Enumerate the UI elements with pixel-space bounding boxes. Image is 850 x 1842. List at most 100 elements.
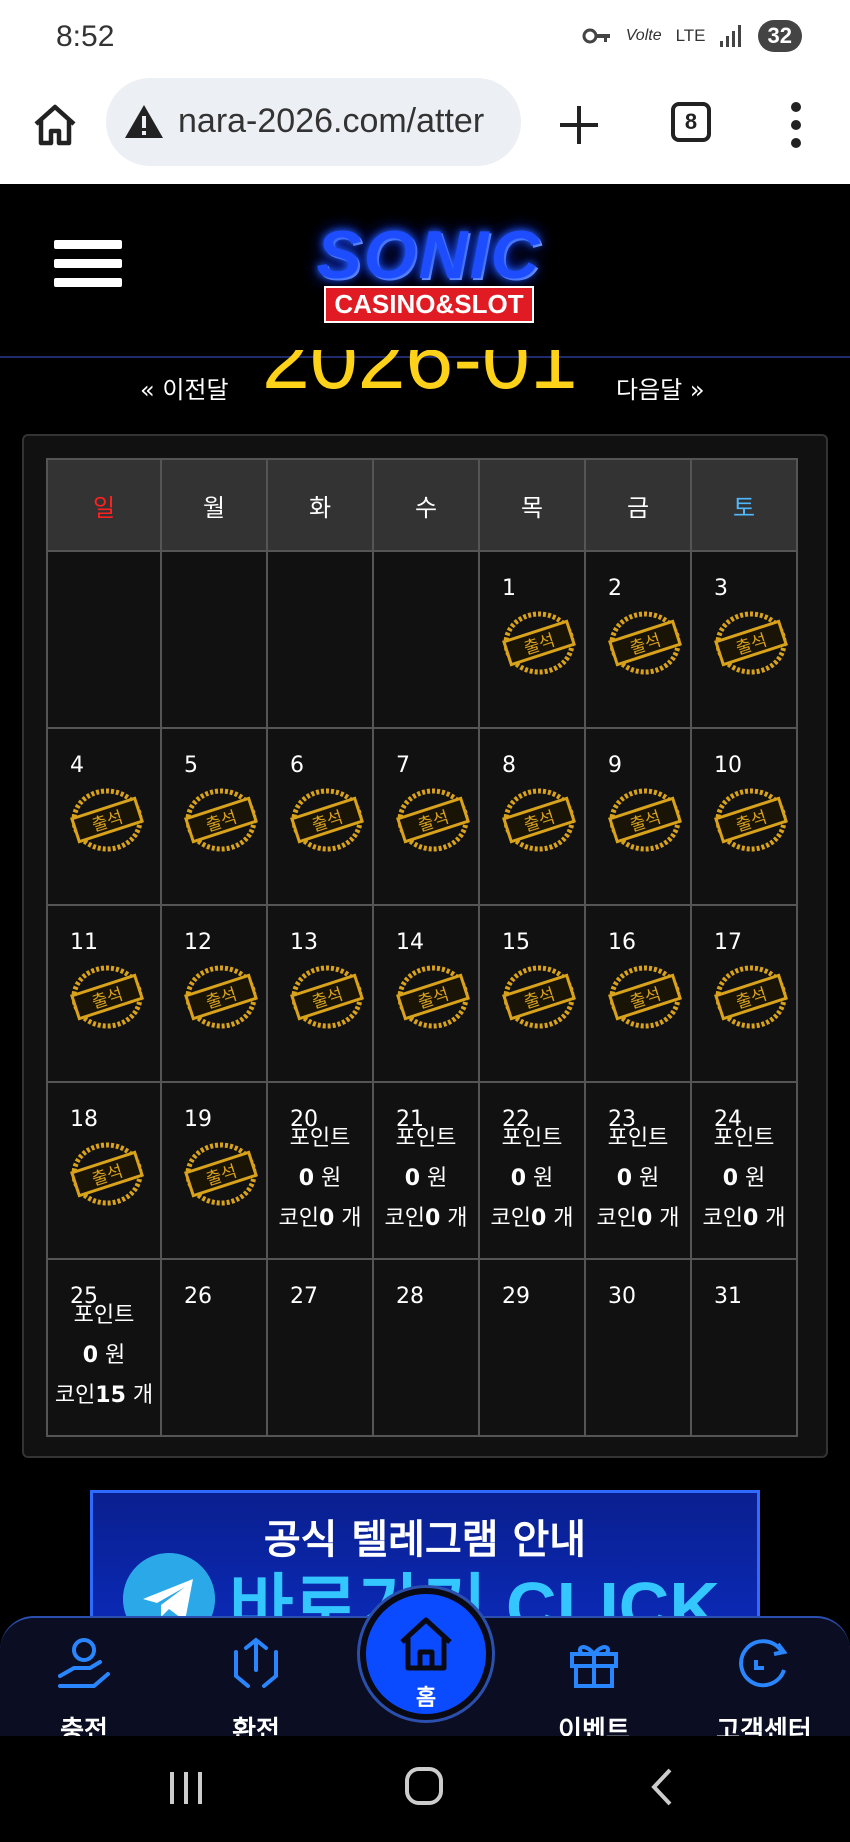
calendar-day-cell[interactable]: 28 — [372, 1258, 480, 1437]
url-text[interactable]: nara-2026.com/atter — [178, 102, 484, 141]
calendar-day-cell[interactable]: 11 출석 — [46, 904, 162, 1083]
calendar-day-cell[interactable]: 25 포인트 0 원 코인15 개 — [46, 1258, 162, 1437]
nav-home-label: 홈 — [415, 1686, 437, 1711]
day-number: 18 — [70, 1107, 98, 1132]
attendance-stamp-icon: 출석 — [184, 1142, 258, 1206]
attendance-stamp-icon: 출석 — [714, 965, 788, 1029]
calendar-day-cell[interactable]: 16 출석 — [584, 904, 692, 1083]
calendar-day-cell[interactable]: 18 출석 — [46, 1081, 162, 1260]
site-header: SONIC CASINO&SLOT — [0, 184, 850, 358]
calendar-day-cell[interactable]: 24 포인트 0 원 코인0 개 — [690, 1081, 798, 1260]
day-number: 14 — [396, 930, 424, 955]
points-label: 포인트 — [501, 1126, 563, 1151]
calendar-week-row: 11 출석 12 출석 13 출석 14 출석 15 출석 16 출석 17 출석 — [46, 904, 798, 1083]
calendar-day-cell[interactable]: 22 포인트 0 원 코인0 개 — [478, 1081, 586, 1260]
calendar-day-cell[interactable]: 12 출석 — [160, 904, 268, 1083]
recent-apps-icon[interactable] — [166, 1770, 206, 1806]
calendar-day-cell[interactable]: 4 출석 — [46, 727, 162, 906]
browser-home-icon[interactable] — [30, 100, 80, 150]
calendar-table: 일 월 화 수 목 금 토 1 출석 2 출석 3 출석 4 출석 5 출석 6 출석 7 출석 8 출석 9 출… — [46, 458, 798, 1437]
attendance-stamp-icon: 출석 — [396, 965, 470, 1029]
url-bar[interactable]: nara-2026.com/atter — [106, 78, 521, 166]
status-bar: 8:52 Volte LTE 32 — [0, 0, 850, 74]
calendar-day-cell[interactable]: 17 출석 — [690, 904, 798, 1083]
calendar-day-cell[interactable]: 30 — [584, 1258, 692, 1437]
calendar-day-cell[interactable]: 3 출석 — [690, 550, 798, 729]
attendance-calendar: 일 월 화 수 목 금 토 1 출석 2 출석 3 출석 4 출석 5 출석 6 출석 7 출석 8 출석 9 출… — [22, 434, 828, 1458]
calendar-day-cell[interactable]: 8 출석 — [478, 727, 586, 906]
hamburger-menu-icon[interactable] — [54, 240, 122, 300]
attendance-stamp-icon: 출석 — [502, 788, 576, 852]
attendance-stamp-icon: 출석 — [714, 788, 788, 852]
calendar-day-cell[interactable]: 20 포인트 0 원 코인0 개 — [266, 1081, 374, 1260]
calendar-day-cell[interactable]: 10 출석 — [690, 727, 798, 906]
calendar-day-cell[interactable]: 14 출석 — [372, 904, 480, 1083]
day-number: 5 — [184, 753, 198, 778]
calendar-body: 1 출석 2 출석 3 출석 4 출석 5 출석 6 출석 7 출석 8 출석 9 출석 10 출석 11 출석 12 출석 1… — [46, 550, 798, 1437]
status-time: 8:52 — [56, 20, 115, 53]
weekday-wed: 수 — [372, 458, 480, 552]
calendar-day-cell[interactable]: 23 포인트 0 원 코인0 개 — [584, 1081, 692, 1260]
points-value: 0 원 — [616, 1166, 660, 1191]
weekday-sat: 토 — [690, 458, 798, 552]
calendar-day-cell[interactable]: 13 출석 — [266, 904, 374, 1083]
charge-icon — [58, 1638, 110, 1688]
calendar-week-row: 4 출석 5 출석 6 출석 7 출석 8 출석 9 출석 10 출석 — [46, 727, 798, 906]
day-number: 12 — [184, 930, 212, 955]
day-number: 9 — [608, 753, 622, 778]
day-reward-summary: 포인트 0 원 코인0 개 — [586, 1119, 690, 1239]
nav-charge[interactable]: 충전 — [24, 1632, 144, 1747]
day-number: 19 — [184, 1107, 212, 1132]
attendance-stamp-icon: 출석 — [502, 965, 576, 1029]
warning-icon[interactable] — [122, 100, 166, 144]
status-icons: Volte LTE 32 — [582, 20, 802, 52]
day-number: 10 — [714, 753, 742, 778]
day-number: 3 — [714, 576, 728, 601]
back-icon[interactable] — [648, 1766, 676, 1808]
attendance-stamp-icon: 출석 — [290, 788, 364, 852]
attendance-stamp-icon: 출석 — [608, 611, 682, 675]
calendar-day-cell[interactable]: 5 출석 — [160, 727, 268, 906]
calendar-day-cell[interactable]: 19 출석 — [160, 1081, 268, 1260]
weekday-fri: 금 — [584, 458, 692, 552]
calendar-day-cell[interactable]: 2 출석 — [584, 550, 692, 729]
nav-event[interactable]: 이벤트 — [534, 1632, 654, 1747]
points-value: 0 원 — [82, 1343, 126, 1368]
key-icon — [582, 28, 610, 44]
nav-exchange[interactable]: 환전 — [196, 1632, 316, 1747]
home-system-icon[interactable] — [404, 1766, 444, 1806]
calendar-day-cell[interactable]: 6 출석 — [266, 727, 374, 906]
calendar-day-cell[interactable]: 31 — [690, 1258, 798, 1437]
more-menu-icon[interactable] — [790, 100, 802, 150]
attendance-stamp-icon: 출석 — [290, 965, 364, 1029]
day-reward-summary: 포인트 0 원 코인15 개 — [48, 1296, 160, 1416]
calendar-day-cell[interactable]: 21 포인트 0 원 코인0 개 — [372, 1081, 480, 1260]
calendar-week-row: 18 출석 19 출석 20 포인트 0 원 코인0 개 21 포인트 0 원 코인0 개 22 포인트 0… — [46, 1081, 798, 1260]
system-navigation-bar — [0, 1736, 850, 1842]
network-indicator: LTE — [675, 26, 706, 45]
day-number: 26 — [184, 1284, 212, 1309]
weekday-header-row: 일 월 화 수 목 금 토 — [46, 458, 798, 552]
attendance-stamp-icon: 출석 — [396, 788, 470, 852]
calendar-day-cell[interactable]: 27 — [266, 1258, 374, 1437]
tab-switcher-button[interactable]: 8 — [671, 102, 711, 142]
attendance-stamp-icon: 출석 — [502, 611, 576, 675]
calendar-day-cell[interactable]: 9 출석 — [584, 727, 692, 906]
site-logo[interactable]: SONIC CASINO&SLOT — [284, 220, 574, 330]
calendar-day-cell[interactable]: 7 출석 — [372, 727, 480, 906]
day-number: 8 — [502, 753, 516, 778]
nav-home[interactable]: 홈 — [360, 1588, 492, 1720]
calendar-day-cell[interactable]: 29 — [478, 1258, 586, 1437]
support-24-icon — [739, 1639, 788, 1688]
day-number: 1 — [502, 576, 516, 601]
next-month-link[interactable]: 다음달 » — [616, 370, 705, 405]
day-number: 13 — [290, 930, 318, 955]
nav-support[interactable]: 고객센터 — [704, 1632, 824, 1747]
calendar-day-cell[interactable]: 1 출석 — [478, 550, 586, 729]
calendar-day-cell — [266, 550, 374, 729]
calendar-day-cell[interactable]: 26 — [160, 1258, 268, 1437]
day-number: 15 — [502, 930, 530, 955]
previous-month-link[interactable]: « 이전달 — [140, 370, 229, 405]
calendar-day-cell[interactable]: 15 출석 — [478, 904, 586, 1083]
new-tab-icon[interactable] — [556, 102, 602, 148]
